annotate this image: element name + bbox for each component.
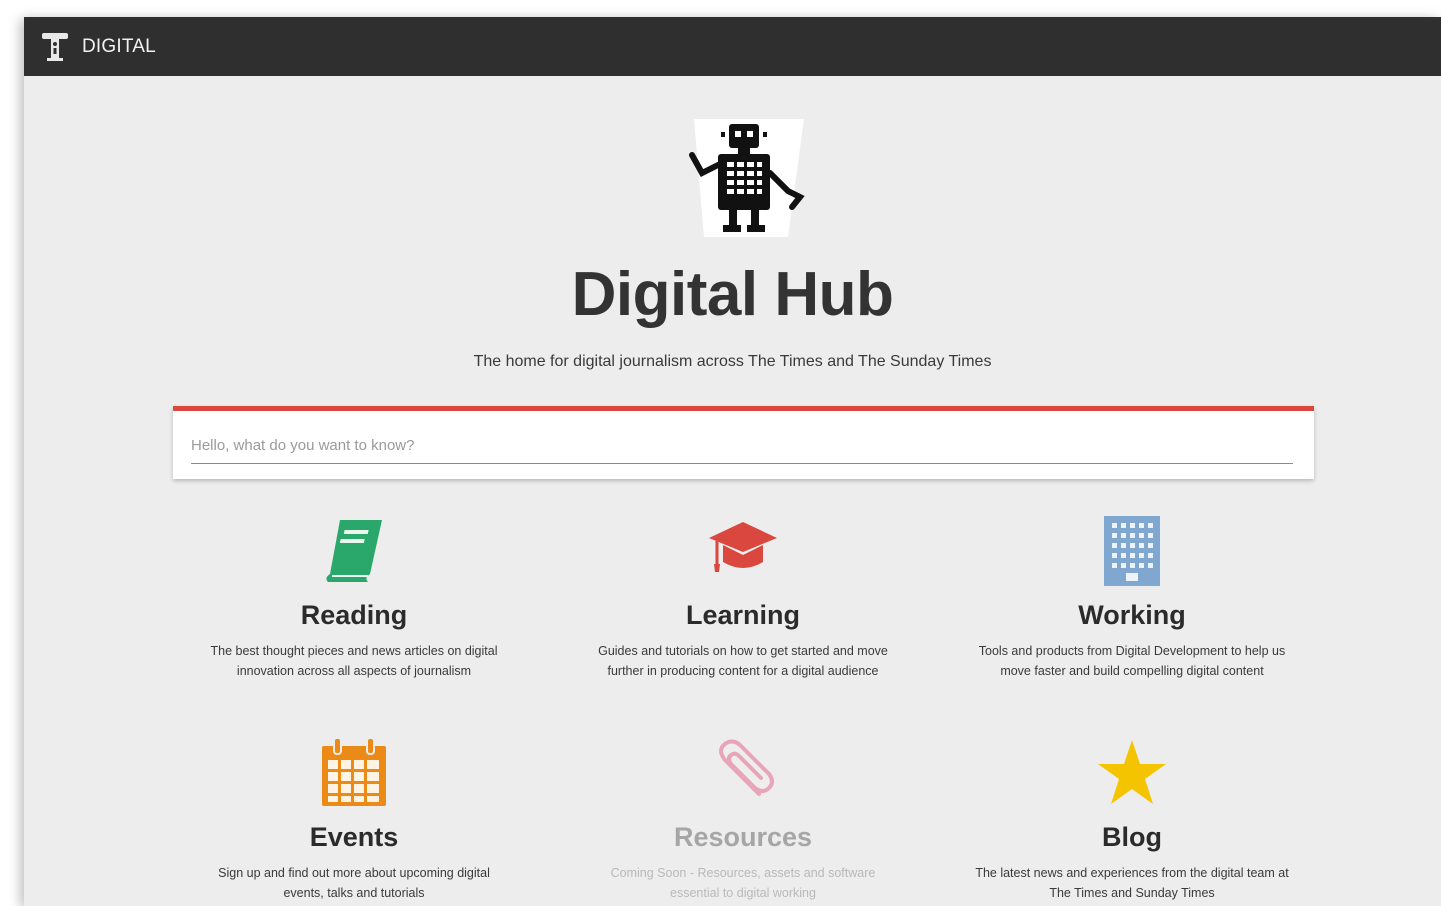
graduation-cap-icon bbox=[709, 522, 777, 572]
office-building-icon bbox=[1104, 516, 1160, 586]
times-logo-icon[interactable] bbox=[40, 30, 70, 64]
tile-working[interactable]: Working Tools and products from Digital … bbox=[967, 514, 1297, 681]
tile-description: Coming Soon - Resources, assets and soft… bbox=[610, 866, 876, 900]
tile-description: Guides and tutorials on how to get start… bbox=[598, 644, 888, 678]
tile-title: Working bbox=[1078, 600, 1186, 630]
tile-title: Reading bbox=[300, 600, 408, 630]
tile-description: The best thought pieces and news article… bbox=[210, 644, 498, 678]
tile-title: Resources bbox=[673, 822, 813, 852]
brand-label[interactable]: DIGITAL bbox=[82, 36, 156, 58]
app-window: DIGITAL Digital Hub The home for digital… bbox=[24, 17, 1441, 906]
paperclip-icon bbox=[719, 739, 774, 796]
tile-events[interactable]: Events Sign up and find out more about u… bbox=[189, 736, 519, 903]
top-bar: DIGITAL bbox=[24, 17, 1441, 76]
page-title: Digital Hub bbox=[571, 260, 894, 329]
book-icon bbox=[326, 520, 382, 582]
tile-description: Sign up and find out more about upcoming… bbox=[218, 866, 490, 900]
tile-title: Events bbox=[309, 822, 399, 852]
tile-learning[interactable]: Learning Guides and tutorials on how to … bbox=[578, 514, 908, 681]
tile-title: Learning bbox=[685, 600, 800, 630]
tile-resources: Resources Coming Soon - Resources, asset… bbox=[578, 736, 908, 903]
search-input[interactable] bbox=[191, 428, 1293, 464]
tile-blog[interactable]: Blog The latest news and experiences fro… bbox=[967, 736, 1297, 903]
page-subtitle: The home for digital journalism across T… bbox=[473, 353, 992, 370]
tile-reading[interactable]: Reading The best thought pieces and news… bbox=[189, 514, 519, 681]
robot-mascot-icon bbox=[689, 119, 805, 237]
star-icon bbox=[1098, 740, 1166, 804]
tile-title: Blog bbox=[1102, 822, 1162, 852]
search-card bbox=[173, 406, 1314, 479]
tile-description: Tools and products from Digital Developm… bbox=[978, 644, 1286, 678]
calendar-icon bbox=[322, 737, 386, 806]
tile-description: The latest news and experiences from the… bbox=[975, 866, 1289, 900]
